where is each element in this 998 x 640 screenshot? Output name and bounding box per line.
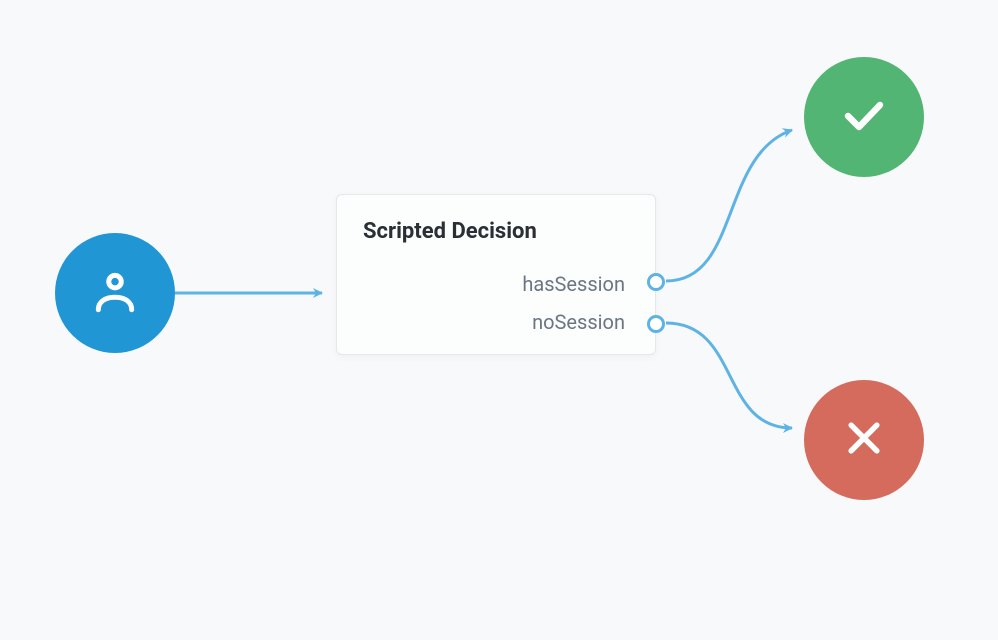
outcome-port-nosession[interactable] [647, 315, 665, 333]
connector-hassession-to-success [666, 130, 792, 281]
user-icon [90, 266, 140, 320]
decision-outcomes: hasSession noSession [363, 272, 629, 334]
connector-nosession-to-failure [666, 323, 792, 428]
failure-node[interactable] [804, 380, 924, 500]
outcome-nosession: noSession [532, 310, 629, 334]
flow-canvas: Scripted Decision hasSession noSession [0, 0, 998, 640]
decision-node[interactable]: Scripted Decision hasSession noSession [336, 194, 656, 355]
success-node[interactable] [804, 57, 924, 177]
start-node[interactable] [55, 233, 175, 353]
outcome-port-hassession[interactable] [647, 273, 665, 291]
decision-title: Scripted Decision [363, 219, 629, 244]
check-icon [840, 91, 888, 143]
cross-icon [842, 416, 886, 464]
outcome-hassession: hasSession [522, 272, 629, 296]
